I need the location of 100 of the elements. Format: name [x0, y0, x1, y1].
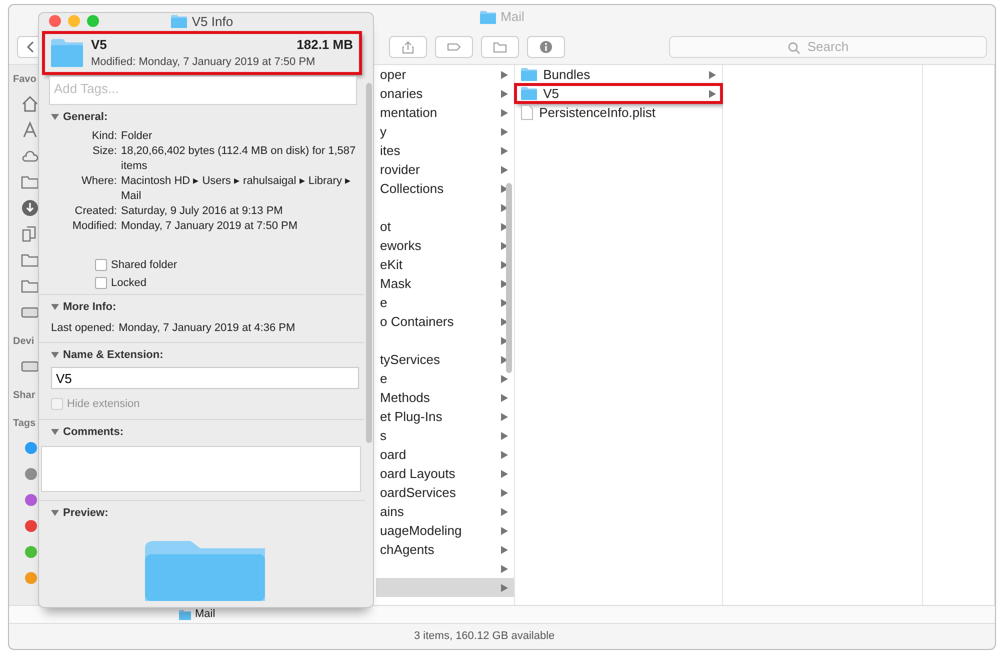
file-row[interactable]: Bundles [515, 65, 722, 84]
tag-dot[interactable] [25, 546, 37, 558]
status-text: 3 items, 160.12 GB available [414, 629, 555, 644]
file-row[interactable]: eworks [376, 236, 514, 255]
file-row[interactable]: s [376, 426, 514, 445]
file-name: o Containers [380, 312, 455, 331]
tag-dot[interactable] [25, 468, 37, 480]
modified-date: Modified: Monday, 7 January 2019 at 7:50 PM [91, 55, 316, 70]
file-row[interactable]: o Containers [376, 312, 514, 331]
file-row[interactable]: onaries [376, 84, 514, 103]
field-value: Monday, 7 January 2019 at 4:36 PM [118, 321, 296, 336]
window-title: V5 Info [192, 13, 234, 31]
folder-icon [51, 38, 83, 67]
field-value: Macintosh HD ▸ Users ▸ rahulsaigal ▸ Library ▸ Mail [121, 174, 352, 204]
file-row[interactable]: e [376, 369, 514, 388]
disclosure-arrow-icon [501, 166, 508, 174]
tag-dot[interactable] [25, 494, 37, 506]
file-row[interactable]: mentation [376, 103, 514, 122]
new-folder-button[interactable] [481, 36, 519, 58]
folder-icon [170, 14, 187, 28]
sidebar-heading: Favo [13, 73, 36, 87]
file-row[interactable]: V5 [515, 84, 722, 103]
field-value: Monday, 7 January 2019 at 7:50 PM [121, 219, 299, 234]
file-row[interactable]: Collections [376, 179, 514, 198]
file-name: onaries [380, 84, 424, 103]
file-name: Methods [380, 388, 431, 407]
info-button[interactable] [527, 36, 565, 58]
disclosure-arrow-icon [501, 260, 508, 268]
file-row[interactable]: oardServices [376, 483, 514, 502]
scroll-thumb[interactable] [366, 83, 372, 443]
file-name: e [380, 370, 388, 388]
file-row[interactable]: oard [376, 445, 514, 464]
share-button[interactable] [389, 36, 427, 58]
file-row[interactable]: uageModeling [376, 521, 514, 540]
disclosure-arrow-icon [501, 508, 508, 516]
checkbox-label: Hide extension [67, 396, 140, 412]
disclosure-arrow-icon [501, 546, 508, 554]
house-icon[interactable] [21, 95, 39, 113]
info-icon [539, 40, 553, 54]
scroll-thumb[interactable] [506, 183, 512, 373]
field-value: 18,20,66,402 bytes (112.4 MB on disk) for 1,587 items [121, 144, 357, 174]
field-label: Last opened: [51, 321, 115, 336]
disclosure-triangle-icon[interactable] [51, 351, 59, 359]
field-label: Where: [80, 174, 118, 189]
disclosure-arrow-icon [501, 356, 508, 364]
file-row[interactable]: Methods [376, 388, 514, 407]
tag-dot[interactable] [25, 520, 37, 532]
tag-button[interactable] [435, 36, 473, 58]
file-row[interactable]: rovider [376, 160, 514, 179]
file-row[interactable]: et Plug-Ins [376, 407, 514, 426]
disclosure-arrow-icon [501, 412, 508, 420]
file-name: Bundles [543, 66, 592, 84]
close-button[interactable] [49, 15, 61, 28]
checkbox[interactable] [95, 277, 107, 289]
disclosure-arrow-icon [501, 318, 508, 326]
disclosure-triangle-icon[interactable] [51, 428, 59, 436]
file-row[interactable]: ains [376, 502, 514, 521]
file-name: oardServices [380, 484, 457, 502]
checkbox[interactable] [95, 259, 107, 271]
download-icon[interactable] [21, 199, 39, 217]
name-field[interactable]: V5 [51, 367, 359, 389]
file-row[interactable]: y [376, 122, 514, 141]
section-heading: More Info: [63, 300, 116, 315]
disclosure-triangle-icon[interactable] [51, 303, 59, 311]
zoom-button[interactable] [87, 15, 99, 28]
disclosure-triangle-icon[interactable] [51, 509, 59, 517]
file-row[interactable]: chAgents [376, 540, 514, 559]
file-name: V5 [91, 36, 107, 54]
search-field[interactable]: Search [670, 36, 986, 56]
tags-field[interactable]: Add Tags... [49, 76, 357, 105]
disclosure-triangle-icon[interactable] [51, 113, 59, 121]
disclosure-arrow-icon [501, 204, 508, 212]
disclosure-arrow-icon [501, 336, 508, 344]
tag-dot[interactable] [25, 572, 37, 584]
file-row[interactable]: ites [376, 141, 514, 160]
file-row[interactable]: Mask [376, 274, 514, 293]
disclosure-arrow-icon [501, 374, 508, 382]
file-row[interactable]: tyServices [376, 350, 514, 369]
comments-field[interactable] [41, 446, 361, 492]
file-row[interactable]: PersistenceInfo.plist [515, 103, 722, 122]
file-row[interactable]: oper [376, 65, 514, 84]
disclosure-arrow-icon [501, 298, 508, 306]
file-name: oper [380, 66, 408, 84]
file-row[interactable]: oard Layouts [376, 464, 514, 483]
app-icon[interactable] [21, 121, 39, 139]
disclosure-arrow-icon [501, 394, 508, 402]
file-row[interactable]: ot [376, 217, 514, 236]
file-row[interactable]: eKit [376, 255, 514, 274]
file-row[interactable]: e [376, 293, 514, 312]
checkbox-label: Locked [111, 276, 146, 291]
field-label: Kind: [90, 129, 118, 144]
document-icon [521, 105, 534, 120]
search-icon [788, 42, 800, 54]
disclosure-arrow-icon [501, 184, 508, 192]
path-item[interactable]: Mail [195, 606, 216, 623]
disclosure-arrow-icon [501, 70, 508, 78]
tag-dot[interactable] [25, 442, 37, 454]
file-name: eKit [380, 256, 404, 274]
sidebar-heading: Devi [13, 335, 34, 349]
file-name: mentation [380, 104, 438, 122]
